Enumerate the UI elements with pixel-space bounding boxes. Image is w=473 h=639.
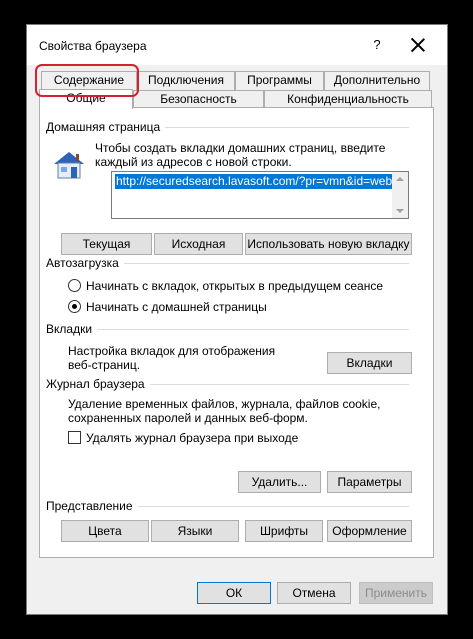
colors-button[interactable]: Цвета bbox=[61, 520, 149, 542]
general-panel: Домашняя страница Чтобы создать вкладки … bbox=[39, 107, 434, 558]
home-url-textarea[interactable]: http://securedsearch.lavasoft.com/?pr=vm… bbox=[111, 171, 409, 219]
home-hint: Чтобы создать вкладки домашних страниц, … bbox=[95, 141, 386, 169]
history-settings-button[interactable]: Параметры bbox=[327, 471, 412, 493]
group-divider bbox=[52, 329, 409, 330]
history-group-label: Журнал браузера bbox=[46, 377, 150, 391]
delete-on-exit-checkbox[interactable] bbox=[68, 431, 81, 444]
languages-button[interactable]: Языки bbox=[151, 520, 239, 542]
scroll-down-icon[interactable] bbox=[396, 209, 404, 213]
tabs-settings-button[interactable]: Вкладки bbox=[327, 352, 412, 374]
delete-history-button[interactable]: Удалить... bbox=[238, 471, 321, 493]
startup-previous-label: Начинать с вкладок, открытых в предыдуще… bbox=[86, 279, 383, 293]
home-url-value: http://securedsearch.lavasoft.com/?pr=vm… bbox=[115, 174, 394, 189]
default-page-button[interactable]: Исходная bbox=[154, 233, 243, 255]
scroll-up-icon[interactable] bbox=[396, 177, 404, 181]
apply-button[interactable]: Применить bbox=[359, 582, 433, 604]
fonts-button[interactable]: Шрифты bbox=[245, 520, 323, 542]
title-bar: Свойства браузера ? bbox=[27, 25, 447, 65]
tabs-desc: Настройка вкладок для отображения веб-ст… bbox=[68, 344, 276, 372]
use-new-tab-button[interactable]: Использовать новую вкладку bbox=[245, 233, 412, 255]
highlight-frame bbox=[35, 64, 139, 97]
tabs-group-label: Вкладки bbox=[46, 322, 98, 336]
home-icon bbox=[54, 152, 84, 179]
cancel-button[interactable]: Отмена bbox=[277, 582, 351, 604]
startup-previous-radio[interactable] bbox=[68, 279, 81, 292]
tab-advanced[interactable]: Дополнительно bbox=[324, 71, 430, 90]
current-page-button[interactable]: Текущая bbox=[61, 233, 152, 255]
appearance-group-label: Представление bbox=[46, 499, 138, 513]
home-group-label: Домашняя страница bbox=[46, 120, 166, 134]
window-title: Свойства браузера bbox=[39, 39, 147, 53]
accessibility-button[interactable]: Оформление bbox=[327, 520, 412, 542]
startup-group-label: Автозагрузка bbox=[46, 256, 124, 270]
close-icon[interactable] bbox=[407, 34, 429, 56]
delete-on-exit-label: Удалять журнал браузера при выходе bbox=[86, 431, 299, 445]
startup-home-radio[interactable] bbox=[68, 300, 81, 313]
history-desc: Удаление временных файлов, журнала, файл… bbox=[68, 397, 381, 425]
tab-connections[interactable]: Подключения bbox=[137, 71, 235, 90]
tab-programs[interactable]: Программы bbox=[235, 71, 324, 90]
startup-home-label: Начинать с домашней страницы bbox=[86, 300, 267, 314]
ok-button[interactable]: ОК bbox=[197, 582, 271, 604]
browser-properties-window: Свойства браузера ? Содержание Подключен… bbox=[26, 24, 448, 615]
url-scrollbar[interactable] bbox=[392, 172, 408, 218]
help-icon[interactable]: ? bbox=[367, 35, 387, 55]
